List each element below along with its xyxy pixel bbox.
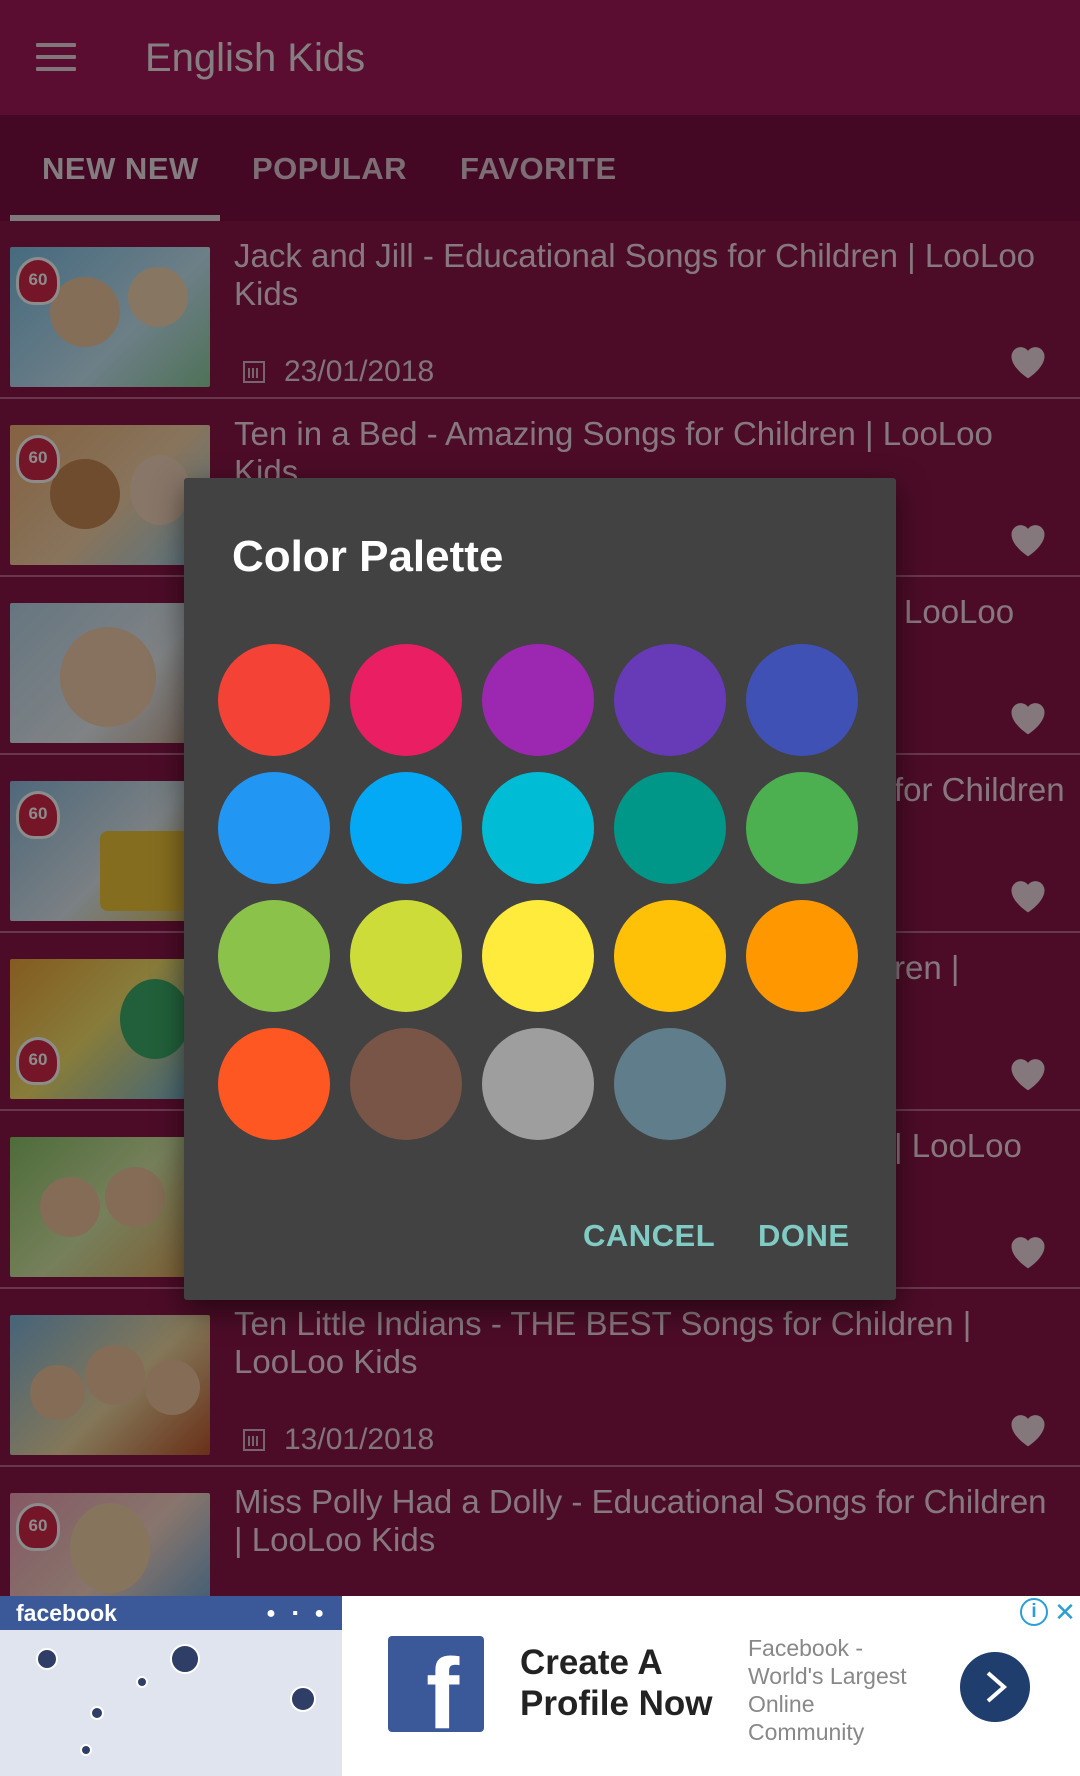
color-swatch[interactable] xyxy=(482,1028,594,1140)
ad-banner[interactable]: facebook ● ▪ ● f Create A Profile Now Fa… xyxy=(0,1596,1080,1776)
color-swatch[interactable] xyxy=(614,1028,726,1140)
color-swatch[interactable] xyxy=(746,900,858,1012)
ad-info-icon[interactable]: i xyxy=(1020,1598,1048,1626)
facebook-logo-icon: f xyxy=(388,1636,484,1732)
color-swatch[interactable] xyxy=(614,644,726,756)
ad-cta-arrow-icon[interactable] xyxy=(960,1652,1030,1722)
color-swatch[interactable] xyxy=(614,772,726,884)
ad-brand: facebook xyxy=(16,1600,117,1626)
color-swatch[interactable] xyxy=(218,644,330,756)
color-swatch[interactable] xyxy=(350,772,462,884)
color-swatch[interactable] xyxy=(482,900,594,1012)
color-swatch[interactable] xyxy=(218,900,330,1012)
color-swatch[interactable] xyxy=(350,644,462,756)
ad-headline: Create A Profile Now xyxy=(520,1643,713,1723)
ad-close-icon[interactable]: ✕ xyxy=(1052,1598,1078,1626)
friends-icon: ● ▪ ● xyxy=(266,1605,330,1622)
color-swatch[interactable] xyxy=(350,1028,462,1140)
color-swatch[interactable] xyxy=(218,1028,330,1140)
color-swatch[interactable] xyxy=(482,772,594,884)
ad-image[interactable]: facebook ● ▪ ● xyxy=(0,1596,342,1776)
ad-description: Facebook - World's Largest Online Commun… xyxy=(748,1635,907,1745)
color-swatch[interactable] xyxy=(746,644,858,756)
cancel-button[interactable]: CANCEL xyxy=(583,1218,715,1254)
color-swatch[interactable] xyxy=(746,772,858,884)
color-palette-dialog: Color Palette CANCEL DONE xyxy=(184,478,896,1300)
color-swatch[interactable] xyxy=(482,644,594,756)
color-swatch[interactable] xyxy=(614,900,726,1012)
done-button[interactable]: DONE xyxy=(758,1218,850,1254)
dialog-title: Color Palette xyxy=(232,532,504,581)
color-swatch[interactable] xyxy=(218,772,330,884)
color-swatch[interactable] xyxy=(350,900,462,1012)
